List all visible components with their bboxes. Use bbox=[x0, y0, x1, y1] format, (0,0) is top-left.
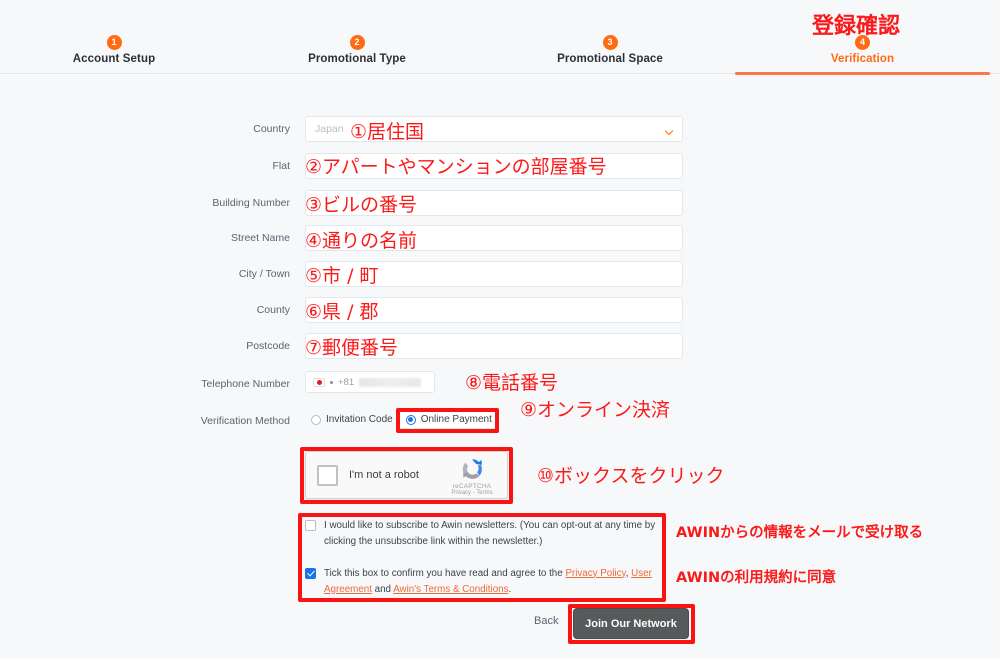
field-row-postcode: Postcode bbox=[0, 333, 1000, 359]
annotation-8-telephone: ⑧電話番号 bbox=[465, 372, 559, 394]
radio-label-invitation-code: Invitation Code bbox=[326, 414, 393, 425]
telephone-input[interactable]: +81 bbox=[305, 371, 435, 393]
step-badge-1: 1 bbox=[106, 35, 122, 50]
annotation-title: 登録確認 bbox=[812, 14, 901, 39]
step-promotional-type[interactable]: 2 Promotional Type bbox=[282, 0, 432, 74]
highlight-box-consents bbox=[298, 513, 666, 602]
annotation-6-county: ⑥県 / 郡 bbox=[305, 301, 379, 323]
telephone-redacted-value bbox=[359, 377, 422, 387]
annotation-2-flat: ②アパートやマンションの部屋番号 bbox=[305, 156, 607, 178]
label-telephone-number: Telephone Number bbox=[201, 378, 290, 390]
highlight-box-recaptcha bbox=[300, 447, 513, 504]
radio-invitation-code[interactable]: Invitation Code bbox=[305, 411, 399, 428]
highlight-box-submit bbox=[568, 604, 695, 644]
active-step-underline bbox=[735, 72, 990, 75]
field-row-country: Country Japan bbox=[0, 116, 1000, 142]
annotation-newsletter: AWINからの情報をメールで受け取る bbox=[676, 525, 924, 541]
back-button[interactable]: Back bbox=[534, 615, 558, 627]
highlight-box-online-payment bbox=[396, 408, 499, 433]
label-country: Country bbox=[253, 123, 290, 135]
field-row-county: County bbox=[0, 297, 1000, 323]
label-county: County bbox=[256, 304, 290, 316]
step-account-setup[interactable]: 1 Account Setup bbox=[39, 0, 189, 74]
field-row-verification-method: Verification Method Invitation Code Onli… bbox=[0, 408, 1000, 434]
step-badge-2: 2 bbox=[349, 35, 365, 50]
separator-dot-icon bbox=[330, 380, 333, 384]
annotation-10-click-box: ⑩ボックスをクリック bbox=[537, 465, 725, 487]
step-label-3: Promotional Space bbox=[557, 53, 663, 65]
label-flat: Flat bbox=[272, 160, 290, 172]
japan-flag-icon bbox=[313, 377, 325, 387]
field-row-city-town: City / Town bbox=[0, 261, 1000, 287]
step-badge-3: 3 bbox=[602, 35, 618, 50]
label-verification-method: Verification Method bbox=[200, 415, 290, 427]
label-postcode: Postcode bbox=[246, 340, 290, 352]
annotation-9-online-payment: ⑨オンライン決済 bbox=[520, 399, 671, 421]
step-promotional-space[interactable]: 3 Promotional Space bbox=[535, 0, 685, 74]
annotation-3-building-number: ③ビルの番号 bbox=[305, 194, 418, 216]
annotation-terms: AWINの利用規約に同意 bbox=[676, 570, 837, 586]
annotation-4-street-name: ④通りの名前 bbox=[305, 230, 418, 252]
annotation-1-country: ①居住国 bbox=[350, 121, 425, 143]
field-row-building-number: Building Number bbox=[0, 190, 1000, 216]
country-select-value: Japan bbox=[315, 123, 344, 135]
label-street-name: Street Name bbox=[231, 232, 290, 244]
telephone-dial-code: +81 bbox=[338, 376, 355, 388]
field-row-street-name: Street Name bbox=[0, 225, 1000, 251]
annotation-7-postcode: ⑦郵便番号 bbox=[305, 337, 399, 359]
step-label-4: Verification bbox=[830, 53, 895, 65]
step-label-2: Promotional Type bbox=[308, 53, 406, 65]
label-building-number: Building Number bbox=[212, 197, 290, 209]
chevron-down-icon bbox=[664, 125, 674, 136]
radio-icon-invitation-code bbox=[311, 414, 321, 425]
step-label-1: Account Setup bbox=[72, 53, 156, 65]
annotation-5-city-town: ⑤市 / 町 bbox=[305, 265, 379, 287]
label-city-town: City / Town bbox=[238, 268, 290, 280]
